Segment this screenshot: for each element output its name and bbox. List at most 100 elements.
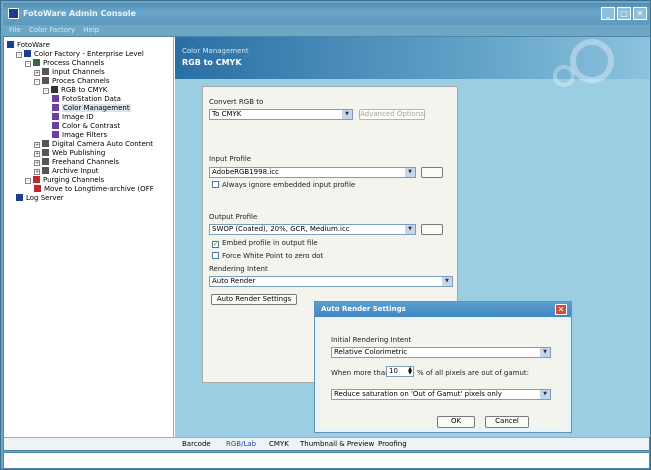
- gamut-action-select[interactable]: Reduce saturation on 'Out of Gamut' pixe…: [331, 389, 551, 400]
- tree-node[interactable]: Color & Contrast: [52, 122, 120, 131]
- maximize-button[interactable]: □: [617, 7, 631, 20]
- title-bar[interactable]: FotoWare Admin Console _ □ ✕: [3, 3, 650, 25]
- tree-node[interactable]: Image ID: [52, 113, 94, 122]
- dialog-title-bar[interactable]: Auto Render Settings ✕: [315, 302, 571, 317]
- expand-toggle-icon[interactable]: -: [43, 88, 49, 94]
- expand-toggle-icon[interactable]: +: [34, 169, 40, 175]
- server-icon: [24, 50, 31, 57]
- minimize-button[interactable]: _: [601, 7, 615, 20]
- chevron-down-icon[interactable]: ▼: [540, 390, 550, 399]
- initial-intent-select[interactable]: Relative Colorimetric ▼: [331, 347, 551, 358]
- navigation-tree: ▶ FotoWare-Color Factory - Enterprise Le…: [4, 37, 174, 450]
- percent-suffix-label: % of all pixels are out of gamut:: [417, 369, 529, 377]
- channel-icon: [42, 167, 49, 174]
- input-profile-select[interactable]: AdobeRGB1998.icc ▼: [209, 167, 416, 178]
- tree-node-label: RGB to CMYK: [61, 86, 108, 94]
- menu-color-factory[interactable]: Color Factory: [29, 26, 75, 34]
- menu-file[interactable]: File: [9, 26, 21, 34]
- output-profile-select[interactable]: SWOP (Coated), 20%, GCR, Medium.icc ▼: [209, 224, 416, 235]
- application-window: FotoWare Admin Console _ □ ✕ File Color …: [0, 0, 651, 470]
- rendering-intent-label: Rendering Intent: [209, 265, 268, 273]
- chevron-down-icon[interactable]: ▼: [405, 168, 415, 177]
- menu-bar: File Color Factory Help: [3, 25, 650, 36]
- tree-node-label: Digital Camera Auto Content: [52, 140, 153, 148]
- rendering-intent-select[interactable]: Auto Render ▼: [209, 276, 453, 287]
- tree-node[interactable]: + Archive Input: [34, 167, 99, 176]
- tree-node[interactable]: + Freehand Channels: [34, 158, 119, 167]
- checkbox-checked[interactable]: ✓: [212, 241, 219, 248]
- expand-toggle-icon[interactable]: -: [34, 79, 40, 85]
- tree-node-label: Log Server: [26, 194, 64, 202]
- chevron-down-icon[interactable]: ▼: [540, 348, 550, 357]
- chevron-down-icon[interactable]: ▼: [442, 277, 452, 286]
- folder-icon: [33, 59, 40, 66]
- checkbox-box[interactable]: [212, 252, 219, 259]
- tree-node[interactable]: - Color Factory - Enterprise Level: [16, 50, 144, 59]
- spinner-arrows-icon[interactable]: ▲ ▼: [408, 367, 412, 376]
- output-profile-label: Output Profile: [209, 213, 258, 221]
- tree-node-label: Freehand Channels: [52, 158, 120, 166]
- initial-intent-label: Initial Rendering Intent: [331, 336, 412, 344]
- percent-value: 10: [389, 367, 398, 375]
- embed-profile-checkbox[interactable]: ✓ Embed profile in output file: [212, 239, 318, 248]
- tree-node[interactable]: Log Server: [16, 194, 64, 203]
- tree-node-label: Process Channels: [43, 59, 105, 67]
- convert-select[interactable]: To CMYK ▼: [209, 109, 353, 120]
- auto-render-settings-button[interactable]: Auto Render Settings: [211, 294, 297, 305]
- tree-node[interactable]: FotoWare: [7, 41, 50, 50]
- ok-button[interactable]: OK: [437, 416, 475, 428]
- tree-node[interactable]: + Input Channels: [34, 68, 105, 77]
- chevron-down-icon[interactable]: ▼: [405, 225, 415, 234]
- tree-node[interactable]: - Purging Channels: [25, 176, 104, 185]
- tree-node-label: Purging Channels: [43, 176, 105, 184]
- data-icon: [52, 95, 59, 102]
- tab-cmyk[interactable]: CMYK: [269, 439, 289, 450]
- tree-node[interactable]: + Web Publishing: [34, 149, 105, 158]
- menu-help[interactable]: Help: [83, 26, 99, 34]
- tree-node[interactable]: + Digital Camera Auto Content: [34, 140, 153, 149]
- cancel-button[interactable]: Cancel: [485, 416, 529, 428]
- auto-render-dialog: Auto Render Settings ✕ Initial Rendering…: [314, 301, 572, 433]
- tree-node[interactable]: FotoStation Data: [52, 95, 121, 104]
- ignore-embedded-checkbox[interactable]: Always ignore embedded input profile: [212, 181, 355, 190]
- tree-node-label: Image Filters: [62, 131, 108, 139]
- convert-value: To CMYK: [212, 110, 242, 118]
- expand-toggle-icon[interactable]: +: [34, 70, 40, 76]
- tree-node-label: Color & Contrast: [62, 122, 121, 130]
- tab-thumbnail-preview[interactable]: Thumbnail & Preview: [300, 439, 374, 450]
- expand-toggle-icon[interactable]: -: [16, 52, 22, 58]
- chevron-down-icon[interactable]: ▼: [342, 110, 352, 119]
- expand-toggle-icon[interactable]: -: [25, 61, 31, 67]
- filter-icon: [52, 131, 59, 138]
- tree-node-label: Proces Channels: [52, 77, 110, 85]
- percent-spinner[interactable]: 10 ▲ ▼: [386, 366, 414, 377]
- tree-node[interactable]: Image Filters: [52, 131, 107, 140]
- tab-proofing[interactable]: Proofing: [378, 439, 407, 450]
- force-white-checkbox[interactable]: Force White Point to zero dot: [212, 252, 323, 261]
- output-profile-browse-button[interactable]: [421, 224, 443, 235]
- dialog-body: Initial Rendering Intent Relative Colori…: [320, 320, 566, 428]
- tab-barcode[interactable]: Barcode: [182, 439, 211, 450]
- tree-node[interactable]: Color Management: [52, 104, 131, 113]
- rendering-intent-value: Auto Render: [212, 277, 256, 285]
- close-button[interactable]: ✕: [633, 7, 647, 20]
- dialog-close-button[interactable]: ✕: [555, 304, 567, 315]
- expand-toggle-icon[interactable]: +: [34, 142, 40, 148]
- tree-node[interactable]: - Proces Channels: [34, 77, 110, 86]
- dialog-title: Auto Render Settings: [321, 305, 406, 313]
- tree-node-label: Color Management: [62, 104, 131, 112]
- input-profile-browse-button[interactable]: [421, 167, 443, 178]
- force-white-label: Force White Point to zero dot: [222, 252, 324, 260]
- expand-toggle-icon[interactable]: +: [34, 160, 40, 166]
- tree-node[interactable]: - RGB to CMYK: [43, 86, 107, 95]
- checkbox-box[interactable]: [212, 181, 219, 188]
- tab-bar: Barcode RGB/Lab CMYK Thumbnail & Preview Pro…: [4, 437, 649, 450]
- tab-rgb-lab[interactable]: RGB/Lab: [226, 439, 256, 450]
- color-icon: [52, 104, 59, 111]
- tree-node-label: FotoWare: [17, 41, 50, 49]
- tree-node[interactable]: - Process Channels: [25, 59, 104, 68]
- expand-toggle-icon[interactable]: -: [25, 178, 31, 184]
- advanced-options-button[interactable]: Advanced Options: [359, 109, 425, 120]
- expand-toggle-icon[interactable]: +: [34, 151, 40, 157]
- tree-node[interactable]: Move to Longtime-archive (OFF: [34, 185, 154, 194]
